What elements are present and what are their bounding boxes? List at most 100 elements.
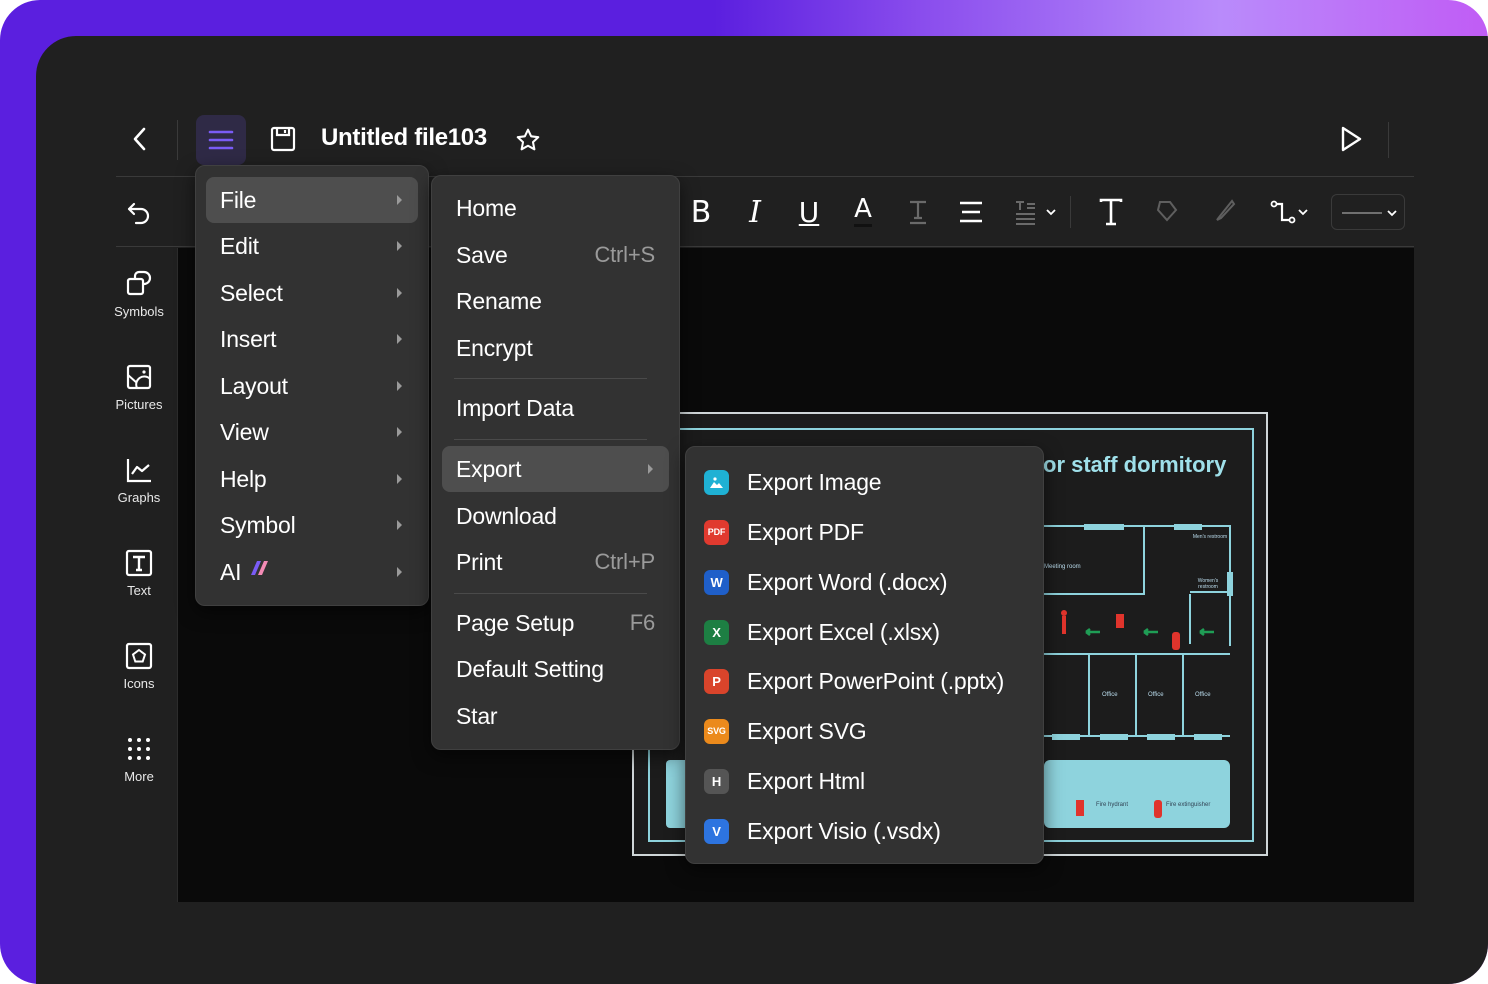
visio-file-icon: V	[704, 818, 729, 844]
menu-item-export-pdf[interactable]: PDF Export PDF	[704, 508, 1033, 556]
present-button[interactable]	[1334, 122, 1368, 156]
room-label: Office	[1148, 692, 1164, 698]
menu-item-insert[interactable]: Insert	[206, 316, 418, 362]
sidebar-item-text[interactable]: Text	[108, 549, 170, 629]
menu-item-label: Encrypt	[456, 334, 533, 361]
document-title[interactable]: Untitled file103	[321, 124, 487, 152]
menu-item-symbol[interactable]: Symbol	[206, 502, 418, 548]
italic-button[interactable]: I	[740, 194, 770, 230]
room-label: Office	[1102, 692, 1118, 698]
menu-item-home[interactable]: Home	[442, 185, 669, 231]
pdf-file-icon: PDF	[704, 519, 729, 545]
menu-item-export-html[interactable]: H Export Html	[704, 757, 1033, 805]
sidebar-item-pictures[interactable]: Pictures	[108, 363, 170, 443]
menu-item-print[interactable]: Print Ctrl+P	[442, 539, 669, 585]
menu-item-download[interactable]: Download	[442, 493, 669, 539]
menu-item-export-powerpoint[interactable]: P Export PowerPoint (.pptx)	[704, 657, 1033, 705]
save-icon	[270, 126, 296, 152]
menu-item-label: Export Word (.docx)	[747, 568, 948, 595]
menu-item-page-setup[interactable]: Page Setup F6	[442, 600, 669, 646]
room-label: Women's restroom	[1197, 578, 1219, 590]
underline-button[interactable]: U	[794, 194, 824, 230]
menu-divider	[454, 593, 647, 594]
menu-item-rename[interactable]: Rename	[442, 278, 669, 324]
bold-button[interactable]: B	[686, 194, 716, 230]
menu-item-export-word[interactable]: W Export Word (.docx)	[704, 558, 1033, 606]
menu-item-label: Insert	[220, 325, 277, 352]
sidebar-item-more[interactable]: More	[108, 735, 170, 815]
menu-item-label: Page Setup	[456, 609, 575, 636]
menu-item-label: Save	[456, 241, 508, 268]
menu-item-label: Export Excel (.xlsx)	[747, 618, 940, 645]
star-icon	[516, 128, 540, 151]
submenu-arrow-icon	[397, 288, 402, 298]
menu-item-default-setting[interactable]: Default Setting	[442, 646, 669, 692]
line-spacing-icon	[1016, 201, 1056, 225]
menu-item-label: Export Image	[747, 468, 882, 495]
menu-item-label: File	[220, 186, 257, 213]
font-color-button[interactable]: A	[848, 192, 878, 228]
sidebar-item-graphs[interactable]: Graphs	[108, 456, 170, 536]
connector-dropdown[interactable]	[1268, 194, 1314, 230]
menu-item-ai[interactable]: AI	[206, 549, 418, 595]
legend-label: Fire hydrant	[1096, 802, 1129, 808]
menu-item-label: Rename	[456, 287, 542, 314]
save-button[interactable]	[266, 122, 300, 156]
menu-item-file[interactable]: File	[206, 177, 418, 223]
menu-item-label: Export	[456, 455, 522, 482]
align-icon	[960, 201, 982, 223]
sidebar-item-symbols[interactable]: Symbols	[108, 270, 170, 350]
menu-item-help[interactable]: Help	[206, 456, 418, 502]
menu-divider	[454, 439, 647, 440]
font-color-icon: A	[854, 194, 872, 227]
menu-item-star[interactable]: Star	[442, 693, 669, 739]
menu-item-export-excel[interactable]: X Export Excel (.xlsx)	[704, 608, 1033, 656]
submenu-arrow-icon	[397, 427, 402, 437]
menu-item-edit[interactable]: Edit	[206, 223, 418, 269]
line-style-dropdown[interactable]	[1331, 194, 1405, 230]
main-menu-button[interactable]	[196, 115, 246, 165]
menu-item-export-visio[interactable]: V Export Visio (.vsdx)	[704, 807, 1033, 855]
undo-button[interactable]	[122, 196, 156, 230]
text-tool-button[interactable]	[1094, 194, 1128, 230]
menu-divider	[454, 378, 647, 379]
menu-item-label: Symbol	[220, 511, 296, 538]
main-menu: File Edit Select Insert Layout View Help…	[195, 165, 429, 606]
menu-item-label: Select	[220, 279, 283, 306]
menu-item-export-image[interactable]: Export Image	[704, 458, 1033, 506]
promo-frame: Untitled file103 B I U A Symbols Picture…	[0, 0, 1488, 984]
html-file-icon: H	[704, 768, 729, 794]
menu-item-label: Edit	[220, 232, 259, 259]
menu-item-label: Default Setting	[456, 655, 604, 682]
menu-item-select[interactable]: Select	[206, 270, 418, 316]
room-label: Meeting room	[1044, 564, 1081, 570]
text-style-button[interactable]	[903, 194, 933, 230]
menu-item-label: Export PowerPoint (.pptx)	[747, 667, 1005, 694]
back-button[interactable]	[124, 122, 156, 156]
fill-button[interactable]	[1150, 194, 1184, 230]
line-style-icon	[1342, 210, 1397, 217]
menu-item-save[interactable]: Save Ctrl+S	[442, 232, 669, 278]
legend-label: Fire extinguisher	[1166, 802, 1211, 808]
line-spacing-dropdown[interactable]	[1010, 194, 1060, 230]
menu-item-encrypt[interactable]: Encrypt	[442, 325, 669, 371]
menu-item-view[interactable]: View	[206, 409, 418, 455]
back-icon	[133, 127, 146, 151]
brush-button[interactable]	[1208, 194, 1242, 230]
ai-sparkle-icon	[251, 561, 269, 575]
menu-item-export-svg[interactable]: SVG Export SVG	[704, 707, 1033, 755]
sidebar-item-icons[interactable]: Icons	[108, 642, 170, 722]
undo-icon	[127, 202, 150, 225]
play-icon	[1341, 126, 1362, 152]
align-button[interactable]	[956, 194, 986, 230]
svg-file-icon: SVG	[704, 718, 729, 744]
pictures-icon	[126, 364, 152, 390]
divider	[1388, 122, 1389, 158]
menu-item-export[interactable]: Export	[442, 446, 669, 492]
text-icon	[125, 549, 153, 577]
icons-icon	[125, 642, 153, 670]
sidebar-item-label: Pictures	[115, 397, 163, 412]
menu-item-layout[interactable]: Layout	[206, 363, 418, 409]
star-button[interactable]	[513, 125, 543, 155]
menu-item-import-data[interactable]: Import Data	[442, 385, 669, 431]
